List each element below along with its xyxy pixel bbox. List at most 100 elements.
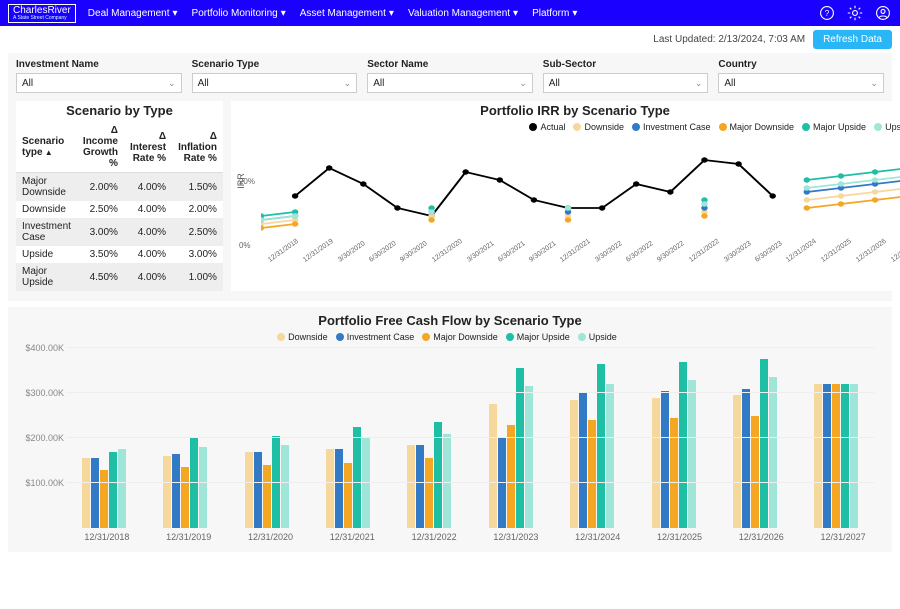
- bar[interactable]: [507, 425, 515, 529]
- irr-legend: Actual Downside Investment Case Major Downs…: [231, 122, 900, 132]
- bar[interactable]: [434, 422, 442, 528]
- bar[interactable]: [254, 452, 262, 529]
- legend-item[interactable]: Upside: [578, 332, 617, 342]
- bar[interactable]: [769, 377, 777, 528]
- bar[interactable]: [742, 389, 750, 529]
- bar[interactable]: [751, 416, 759, 528]
- bar[interactable]: [91, 458, 99, 528]
- filter-select[interactable]: All⌄: [718, 73, 884, 93]
- bar[interactable]: [362, 438, 370, 528]
- nav-asset-management[interactable]: Asset Management▾: [300, 8, 394, 19]
- table-header[interactable]: Δ Interest Rate %: [124, 122, 172, 173]
- table-header[interactable]: Δ Inflation Rate %: [172, 122, 223, 173]
- bar-group: [147, 348, 222, 528]
- table-cell: 1.00%: [172, 263, 223, 291]
- filter-label: Sector Name: [367, 59, 533, 70]
- legend-swatch-icon: [578, 333, 586, 341]
- bar[interactable]: [326, 449, 334, 528]
- legend-swatch-icon: [874, 123, 882, 131]
- table-cell: Downside: [16, 201, 77, 218]
- bar[interactable]: [823, 384, 831, 528]
- legend-item[interactable]: Actual: [529, 122, 565, 132]
- bar[interactable]: [661, 391, 669, 528]
- fcf-legend: Downside Investment Case Major Downside Maj…: [16, 332, 884, 342]
- legend-label: Major Downside: [730, 122, 795, 132]
- legend-item[interactable]: Investment Case: [336, 332, 415, 342]
- bar[interactable]: [82, 458, 90, 528]
- table-header[interactable]: Δ Income Growth %: [77, 122, 124, 173]
- legend-item[interactable]: Investment Case: [632, 122, 711, 132]
- bar[interactable]: [652, 398, 660, 529]
- table-row: Major Downside2.00%4.00%1.50%: [16, 173, 223, 202]
- bar[interactable]: [443, 434, 451, 529]
- table-header[interactable]: Scenario type ▲: [16, 122, 77, 173]
- bar[interactable]: [263, 465, 271, 528]
- legend-swatch-icon: [632, 123, 640, 131]
- bar[interactable]: [832, 384, 840, 528]
- bar[interactable]: [181, 467, 189, 528]
- x-tick: 12/31/2023: [475, 532, 557, 542]
- bar[interactable]: [245, 452, 253, 529]
- user-icon[interactable]: [874, 4, 892, 22]
- table-cell: Investment Case: [16, 218, 77, 246]
- sort-asc-icon: ▲: [43, 148, 53, 157]
- legend-label: Major Upside: [813, 122, 866, 132]
- legend-label: Major Upside: [517, 332, 570, 342]
- legend-item[interactable]: Major Upside: [506, 332, 570, 342]
- filter-select[interactable]: All⌄: [192, 73, 358, 93]
- bar[interactable]: [109, 452, 117, 529]
- bar[interactable]: [670, 418, 678, 528]
- legend-item[interactable]: Major Downside: [422, 332, 498, 342]
- filter-select[interactable]: All⌄: [16, 73, 182, 93]
- bar[interactable]: [344, 463, 352, 528]
- chevron-down-icon: ⌄: [870, 78, 878, 89]
- bar[interactable]: [163, 456, 171, 528]
- filter-select[interactable]: All⌄: [543, 73, 709, 93]
- bar[interactable]: [416, 445, 424, 528]
- legend-item[interactable]: Downside: [277, 332, 328, 342]
- refresh-button[interactable]: Refresh Data: [813, 30, 892, 49]
- legend-item[interactable]: Major Downside: [719, 122, 795, 132]
- bar[interactable]: [579, 393, 587, 528]
- table-cell: 4.50%: [77, 263, 124, 291]
- bar-group: [473, 348, 548, 528]
- bar[interactable]: [489, 404, 497, 528]
- table-row: Major Upside4.50%4.00%1.00%: [16, 263, 223, 291]
- bar[interactable]: [335, 449, 343, 528]
- nav-platform[interactable]: Platform▾: [532, 8, 577, 19]
- bar[interactable]: [172, 454, 180, 528]
- bar[interactable]: [281, 445, 289, 528]
- bar[interactable]: [733, 395, 741, 528]
- bar-group: [229, 348, 304, 528]
- legend-item[interactable]: Major Upside: [802, 122, 866, 132]
- nav-valuation-management[interactable]: Valuation Management▾: [408, 8, 518, 19]
- bar[interactable]: [760, 359, 768, 528]
- bar[interactable]: [850, 384, 858, 528]
- bar[interactable]: [679, 362, 687, 529]
- bar[interactable]: [118, 449, 126, 528]
- bar[interactable]: [353, 427, 361, 528]
- legend-label: Downside: [584, 122, 624, 132]
- nav-deal-management[interactable]: Deal Management▾: [88, 8, 178, 19]
- bar[interactable]: [425, 458, 433, 528]
- bar[interactable]: [570, 400, 578, 528]
- bar[interactable]: [597, 364, 605, 528]
- bar[interactable]: [688, 380, 696, 529]
- gear-icon[interactable]: [846, 4, 864, 22]
- bar[interactable]: [606, 384, 614, 528]
- bar[interactable]: [199, 447, 207, 528]
- bar[interactable]: [100, 470, 108, 529]
- legend-item[interactable]: Downside: [573, 122, 624, 132]
- bar[interactable]: [498, 438, 506, 528]
- bar[interactable]: [407, 445, 415, 528]
- bar[interactable]: [814, 384, 822, 528]
- legend-item[interactable]: Upside: [874, 122, 900, 132]
- filter-value: All: [198, 78, 209, 89]
- filter-select[interactable]: All⌄: [367, 73, 533, 93]
- table-cell: 4.00%: [124, 201, 172, 218]
- help-icon[interactable]: ?: [818, 4, 836, 22]
- bar[interactable]: [841, 384, 849, 528]
- bar[interactable]: [525, 386, 533, 528]
- bar[interactable]: [190, 438, 198, 528]
- nav-portfolio-monitoring[interactable]: Portfolio Monitoring▾: [192, 8, 286, 19]
